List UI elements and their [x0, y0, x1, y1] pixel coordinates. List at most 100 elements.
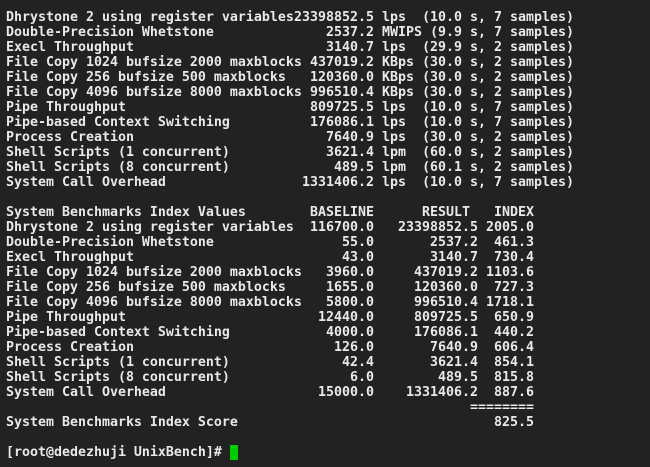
test-value: 1331406.2 — [302, 175, 374, 190]
index-value: 727.3 — [494, 280, 534, 295]
index-value: 887.6 — [494, 385, 534, 400]
test-name: Pipe-based Context Switching — [6, 325, 230, 340]
index-result-row: File Copy 256 bufsize 500 maxblocks 1655.… — [0, 280, 650, 295]
raw-result-row: Dhrystone 2 using register variables2339… — [0, 10, 650, 25]
baseline-value: 116700.0 — [310, 220, 374, 235]
test-name: Dhrystone 2 using register variables — [6, 10, 294, 25]
result-value: 996510.4 — [414, 295, 478, 310]
test-name: Double-Precision Whetstone — [6, 25, 214, 40]
test-value: 2537.2 — [326, 25, 374, 40]
column-header-baseline: BASELINE — [310, 205, 374, 220]
index-value: 606.4 — [494, 340, 534, 355]
baseline-value: 12440.0 — [318, 310, 374, 325]
test-name: File Copy 4096 bufsize 8000 maxblocks — [6, 295, 302, 310]
baseline-value: 126.0 — [334, 340, 374, 355]
result-value: 176086.1 — [414, 325, 478, 340]
result-value: 489.5 — [438, 370, 478, 385]
test-unit: lps — [382, 130, 406, 145]
score-row: System Benchmarks Index Score 825.5 — [0, 415, 650, 430]
column-header-index: INDEX — [494, 205, 534, 220]
baseline-value: 4000.0 — [326, 325, 374, 340]
baseline-value: 1655.0 — [326, 280, 374, 295]
test-name: Shell Scripts (8 concurrent) — [6, 160, 230, 175]
test-value: 3621.4 — [326, 145, 374, 160]
index-table-header-row: System Benchmarks Index Values BASELINE … — [0, 205, 650, 220]
test-name: Shell Scripts (1 concurrent) — [6, 145, 230, 160]
result-value: 3621.4 — [430, 355, 478, 370]
raw-result-row: Shell Scripts (1 concurrent) 3621.4 lpm (60… — [0, 145, 650, 160]
test-unit: lpm — [382, 160, 406, 175]
test-unit: KBps — [382, 55, 414, 70]
test-unit: lps — [382, 40, 406, 55]
index-value: 854.1 — [494, 355, 534, 370]
result-value: 23398852.5 — [398, 220, 478, 235]
result-value: 1331406.2 — [406, 385, 478, 400]
raw-result-row: Pipe Throughput809725.5lps(10.0 s, 7 sam… — [0, 100, 650, 115]
result-value: 7640.9 — [430, 340, 478, 355]
test-details: (30.0 s, 2 samples) — [422, 55, 574, 70]
test-unit: lps — [382, 115, 406, 130]
raw-result-row: Execl Throughput3140.7lps(29.9 s, 2 samp… — [0, 40, 650, 55]
index-value: 650.9 — [494, 310, 534, 325]
raw-result-row: System Call Overhead1331406.2lps(10.0 s,… — [0, 175, 650, 190]
test-value: 3140.7 — [326, 40, 374, 55]
terminal[interactable]: Dhrystone 2 using register variables2339… — [0, 0, 650, 467]
test-details: (10.0 s, 7 samples) — [422, 115, 574, 130]
test-unit: lps — [382, 10, 406, 25]
test-details: (10.0 s, 7 samples) — [422, 175, 574, 190]
test-unit: KBps — [382, 85, 414, 100]
column-header-result: RESULT — [422, 205, 470, 220]
result-value: 3140.7 — [430, 250, 478, 265]
test-details: (30.0 s, 2 samples) — [422, 70, 574, 85]
baseline-value: 42.4 — [342, 355, 374, 370]
test-details: (10.0 s, 7 samples) — [422, 100, 574, 115]
raw-result-row: Process Creation7640.9lps(30.0 s, 2 samp… — [0, 130, 650, 145]
test-name: Pipe-based Context Switching — [6, 115, 230, 130]
baseline-value: 55.0 — [342, 235, 374, 250]
index-result-row: System Call Overhead15000.01331406.2887.… — [0, 385, 650, 400]
score-value: 825.5 — [494, 415, 534, 430]
test-value: 23398852.5 — [294, 10, 374, 25]
index-value: 440.2 — [494, 325, 534, 340]
test-details: (30.0 s, 2 samples) — [422, 130, 574, 145]
result-value: 437019.2 — [414, 265, 478, 280]
index-result-row: Dhrystone 2 using register variables1167… — [0, 220, 650, 235]
result-value: 2537.2 — [430, 235, 478, 250]
test-value: 7640.9 — [326, 130, 374, 145]
test-name: Shell Scripts (8 concurrent) — [6, 370, 230, 385]
test-details: (60.0 s, 2 samples) — [422, 145, 574, 160]
test-name: File Copy 256 bufsize 500 maxblocks — [6, 70, 286, 85]
raw-result-row: Pipe-based Context Switching 176086.1 lps (… — [0, 115, 650, 130]
index-value: 815.8 — [494, 370, 534, 385]
index-result-row: File Copy 4096 bufsize 8000 maxblocks580… — [0, 295, 650, 310]
result-value: 809725.5 — [414, 310, 478, 325]
index-result-row: Pipe Throughput12440.0809725.5650.9 — [0, 310, 650, 325]
separator-row: ======== — [0, 400, 650, 415]
test-unit: lpm — [382, 145, 406, 160]
index-value: 2005.0 — [486, 220, 534, 235]
test-value: 437019.2 — [310, 55, 374, 70]
baseline-value: 43.0 — [342, 250, 374, 265]
test-value: 489.5 — [334, 160, 374, 175]
test-name: Pipe Throughput — [6, 100, 126, 115]
test-name: File Copy 256 bufsize 500 maxblocks — [6, 280, 286, 295]
test-name: File Copy 1024 bufsize 2000 maxblocks — [6, 265, 302, 280]
test-name: Execl Throughput — [6, 40, 134, 55]
index-result-row: Shell Scripts (8 concurrent) 6.0 489.5 815.… — [0, 370, 650, 385]
test-details: (10.0 s, 7 samples) — [422, 10, 574, 25]
baseline-value: 6.0 — [350, 370, 374, 385]
index-value: 1718.1 — [486, 295, 534, 310]
baseline-value: 15000.0 — [318, 385, 374, 400]
test-name: Process Creation — [6, 340, 134, 355]
prompt-row[interactable]: [root@dedezhuji UnixBench]# — [0, 445, 650, 460]
index-result-row: Pipe-based Context Switching 4000.0 176086… — [0, 325, 650, 340]
test-unit: lps — [382, 100, 406, 115]
index-result-row: Double-Precision Whetstone55.02537.2461.… — [0, 235, 650, 250]
baseline-value: 3960.0 — [326, 265, 374, 280]
shell-prompt: [root@dedezhuji UnixBench]# — [6, 445, 230, 460]
raw-result-row: File Copy 1024 bufsize 2000 maxblocks437… — [0, 55, 650, 70]
test-value: 176086.1 — [310, 115, 374, 130]
index-result-row: File Copy 1024 bufsize 2000 maxblocks 396… — [0, 265, 650, 280]
index-result-row: Execl Throughput43.03140.7730.4 — [0, 250, 650, 265]
test-value: 996510.4 — [310, 85, 374, 100]
